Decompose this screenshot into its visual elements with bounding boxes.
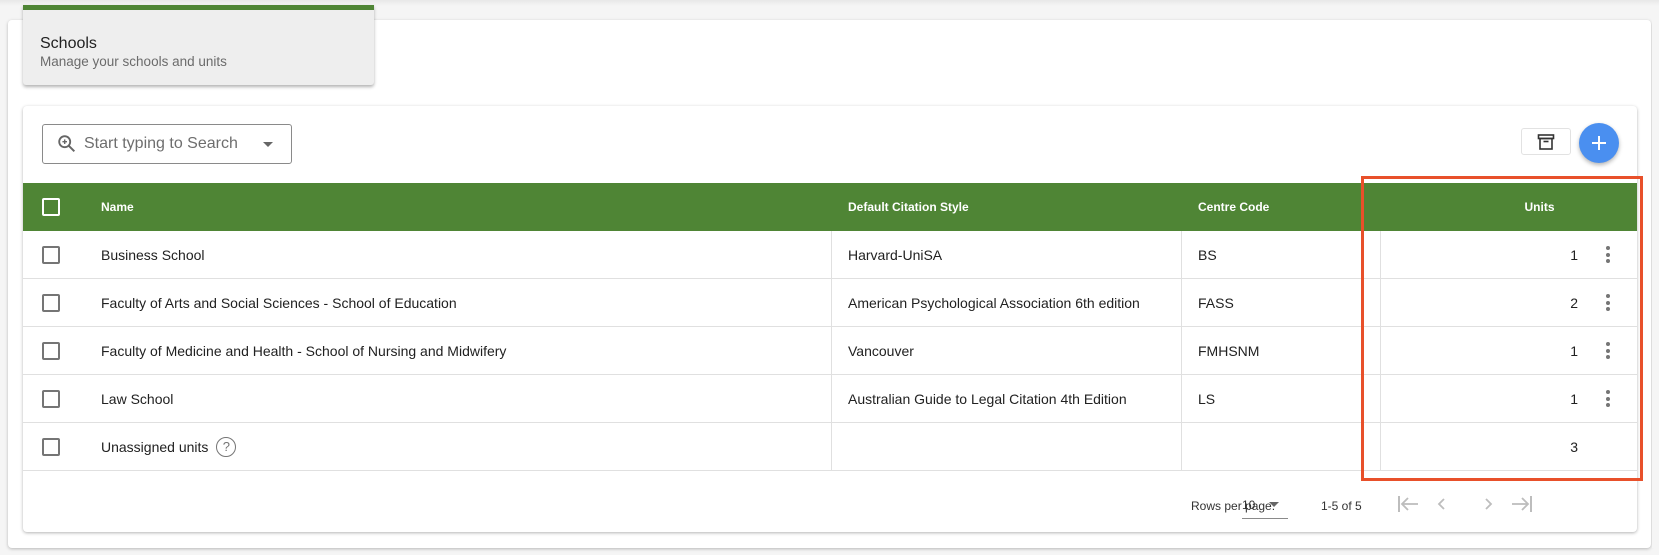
schools-table: Name Default Citation Style Centre Code … [23,183,1637,471]
chevron-down-icon[interactable] [263,141,273,147]
chevron-right-icon [1485,498,1493,510]
row-checkbox[interactable] [42,293,60,312]
chevron-down-icon [1269,502,1280,507]
plus-icon [1592,136,1606,150]
school-name: Unassigned units [101,438,209,455]
table-pagination: Rows per page: 10 1-5 of 5 [23,479,1637,532]
centre-code: LS [1182,375,1381,422]
first-page-icon [1398,496,1418,512]
archive-button[interactable] [1521,128,1571,155]
select-all-checkbox[interactable] [42,198,60,216]
table-header: Name Default Citation Style Centre Code … [23,183,1637,231]
table-row[interactable]: Law School Australian Guide to Legal Cit… [23,375,1637,423]
search-input[interactable]: Start typing to Search [42,124,292,164]
school-name: Faculty of Medicine and Health - School … [101,327,832,374]
citation-style: Australian Guide to Legal Citation 4th E… [832,375,1182,422]
archive-icon [1537,133,1555,150]
more-vert-icon [1605,246,1610,263]
table-row[interactable]: Faculty of Medicine and Health - School … [23,327,1637,375]
schools-table-card: Start typing to Search Name Default Cita… [23,106,1637,532]
page-subtitle: Manage your schools and units [40,54,227,69]
column-header-units[interactable]: Units [1381,183,1578,231]
rows-per-page-value: 10 [1242,497,1256,512]
units-count: 1 [1570,342,1578,359]
units-count: 1 [1570,246,1578,263]
row-menu-button[interactable] [1578,231,1637,278]
centre-code: FMHSNM [1182,327,1381,374]
row-checkbox[interactable] [42,245,60,264]
zoom-in-icon [58,135,76,153]
school-name: Law School [101,375,832,422]
page-header-card: Schools Manage your schools and units [23,5,374,85]
row-checkbox[interactable] [42,341,60,360]
table-row[interactable]: Unassigned units ? 3 [23,423,1637,471]
chevron-left-icon [1437,498,1445,510]
last-page-button[interactable] [1509,491,1535,517]
page-title: Schools [40,35,97,52]
citation-style: American Psychological Association 6th e… [832,279,1182,326]
more-vert-icon [1605,294,1610,311]
school-name: Faculty of Arts and Social Sciences - Sc… [101,279,832,326]
search-placeholder: Start typing to Search [84,135,238,152]
first-page-button[interactable] [1395,491,1421,517]
centre-code: FASS [1182,279,1381,326]
row-menu-button[interactable] [1578,327,1637,374]
citation-style [832,423,1182,470]
school-name-cell: Unassigned units ? [101,423,832,470]
rows-per-page-select[interactable]: 10 [1242,491,1288,519]
citation-style: Vancouver [832,327,1182,374]
column-header-name[interactable]: Name [101,183,832,231]
citation-style: Harvard-UniSA [832,231,1182,278]
column-header-citation[interactable]: Default Citation Style [832,183,1182,231]
row-checkbox[interactable] [42,389,60,408]
table-row[interactable]: Business School Harvard-UniSA BS 1 [23,231,1637,279]
more-vert-icon [1605,390,1610,407]
row-checkbox[interactable] [42,437,60,456]
row-menu-button[interactable] [1578,375,1637,422]
page-range: 1-5 of 5 [1321,499,1362,513]
centre-code [1182,423,1381,470]
school-name: Business School [101,231,832,278]
help-icon[interactable]: ? [216,436,237,457]
column-header-code[interactable]: Centre Code [1182,183,1381,231]
units-count: 1 [1570,390,1578,407]
units-count: 2 [1570,294,1578,311]
centre-code: BS [1182,231,1381,278]
last-page-icon [1512,496,1532,512]
units-count: 3 [1570,438,1578,455]
table-row[interactable]: Faculty of Arts and Social Sciences - Sc… [23,279,1637,327]
add-school-button[interactable] [1579,123,1619,163]
row-menu-button[interactable] [1578,279,1637,326]
scroll-edge [1652,20,1659,548]
previous-page-button[interactable] [1429,491,1455,517]
next-page-button[interactable] [1475,491,1501,517]
more-vert-icon [1605,342,1610,359]
